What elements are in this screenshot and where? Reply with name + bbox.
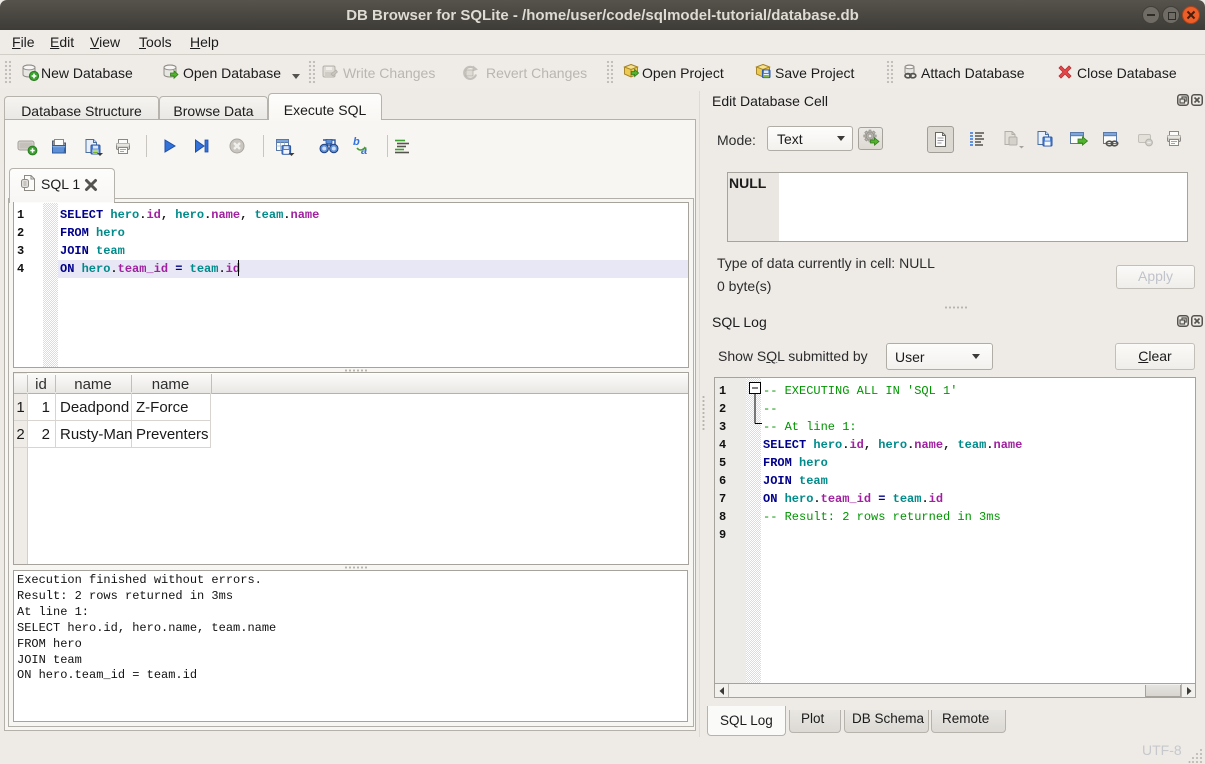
svg-text:b: b: [353, 136, 360, 148]
